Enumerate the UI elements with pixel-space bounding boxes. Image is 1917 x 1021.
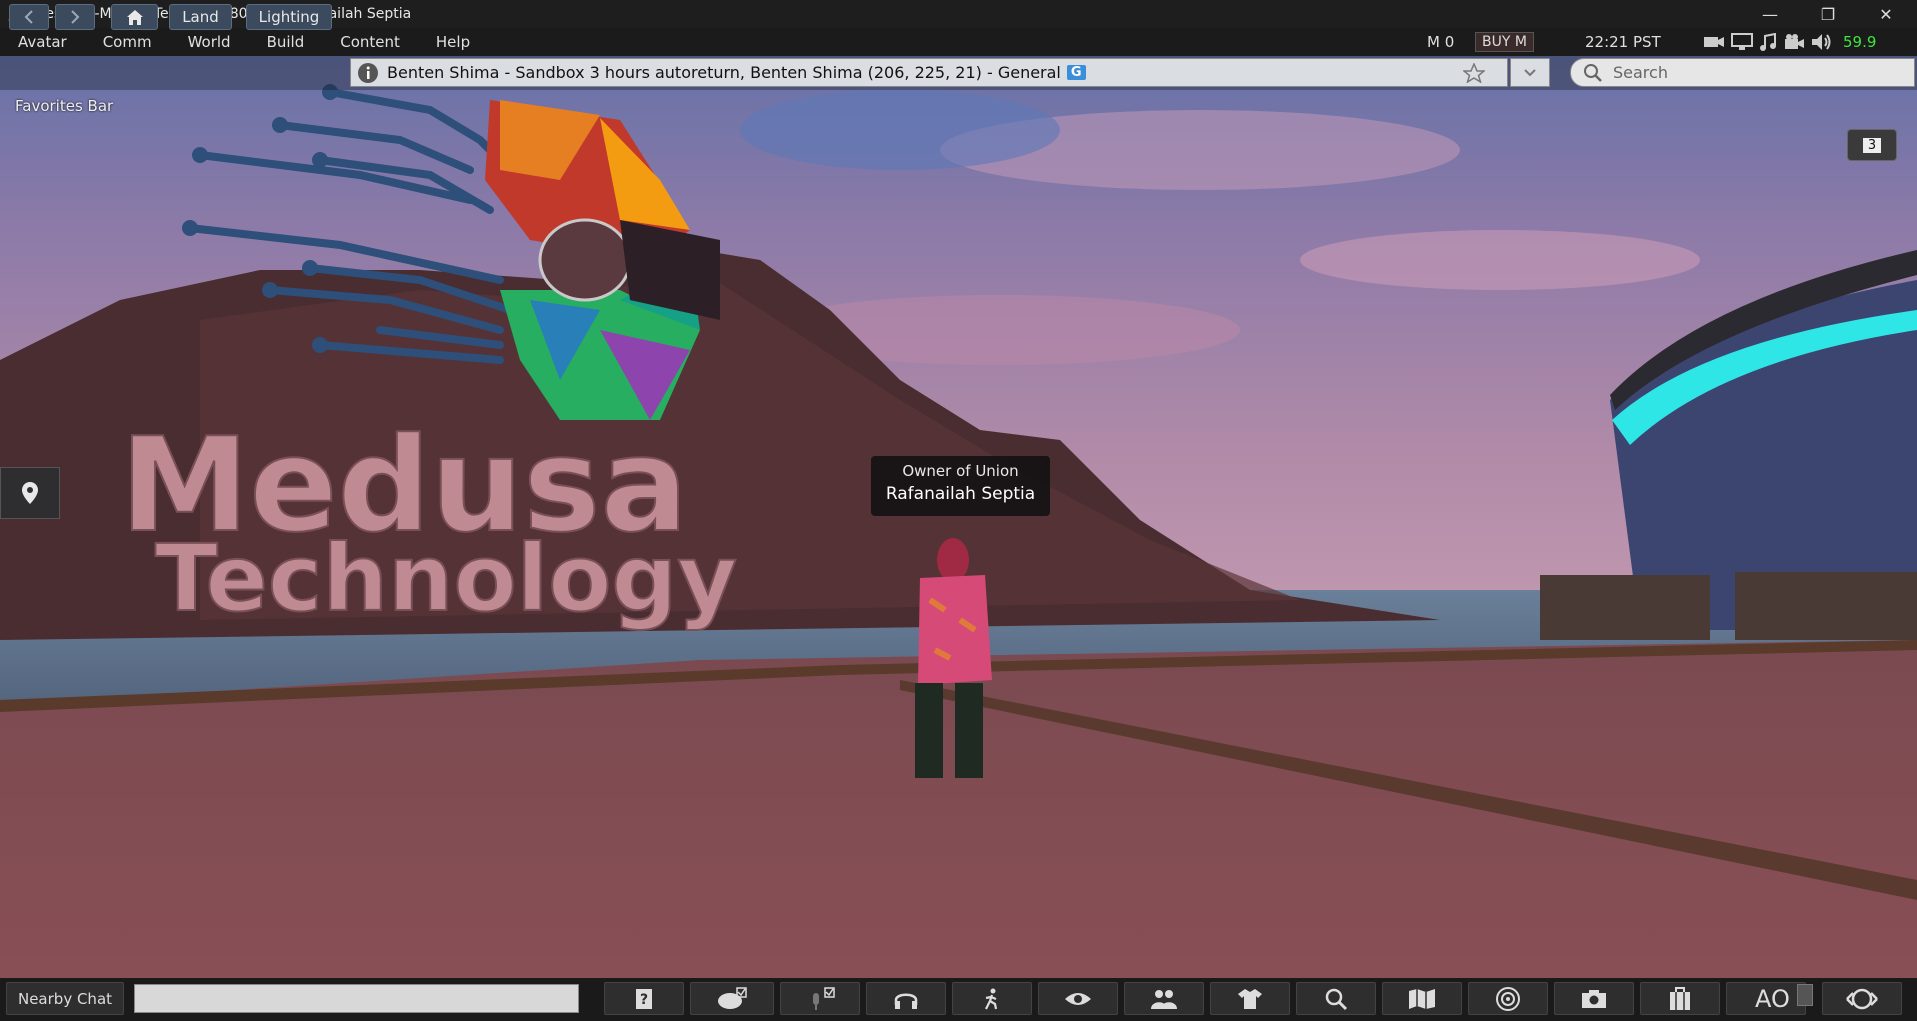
search-icon	[1325, 988, 1348, 1010]
media-icon[interactable]	[1783, 33, 1805, 51]
music-icon[interactable]	[1759, 33, 1777, 51]
volume-icon[interactable]	[1811, 33, 1833, 51]
menu-avatar[interactable]: Avatar	[18, 33, 67, 51]
snapshot-icon	[1582, 989, 1606, 1008]
radar-button[interactable]	[1468, 982, 1548, 1015]
people-button[interactable]	[1124, 982, 1204, 1015]
snapshot-button[interactable]	[1554, 982, 1634, 1015]
location-bar[interactable]: Benten Shima - Sandbox 3 hours autoretur…	[350, 58, 1508, 87]
people-icon	[1151, 989, 1177, 1009]
svg-text:?: ?	[640, 992, 648, 1008]
search-button[interactable]	[1296, 982, 1376, 1015]
location-text: Benten Shima - Sandbox 3 hours autoretur…	[387, 63, 1061, 82]
info-icon[interactable]	[357, 62, 379, 84]
ao-toggle[interactable]	[1797, 984, 1813, 1006]
chevron-left-icon	[24, 10, 33, 24]
move-icon	[985, 988, 998, 1009]
notification-count[interactable]: 3	[1847, 129, 1897, 161]
restore-icon[interactable]: ❐	[1800, 0, 1856, 28]
forward-button[interactable]	[55, 4, 95, 30]
bottom-toolbar: Nearby Chat ? AO	[0, 978, 1917, 1021]
ao-button[interactable]: AO	[1726, 982, 1806, 1015]
star-icon[interactable]	[1463, 63, 1485, 83]
view-button[interactable]	[1038, 982, 1118, 1015]
inventory-button[interactable]	[1640, 982, 1720, 1015]
notification-count-label: 3	[1862, 137, 1882, 153]
avatar-group-title: Owner of Union	[902, 462, 1019, 480]
minimize-icon[interactable]: —	[1742, 0, 1798, 28]
search-icon	[1584, 63, 1602, 82]
menu-comm[interactable]: Comm	[103, 33, 152, 51]
clock: 22:21 PST	[1585, 33, 1661, 51]
monitor-icon[interactable]	[1731, 33, 1753, 51]
home-button[interactable]	[111, 4, 158, 30]
move-button[interactable]	[952, 982, 1032, 1015]
quickprefs-button[interactable]	[1822, 982, 1902, 1015]
buy-currency-button[interactable]: BUY M	[1475, 32, 1534, 52]
help-icon: ?	[636, 988, 652, 1009]
fps-counter: 59.9	[1843, 33, 1877, 51]
nearby-chat-button[interactable]: Nearby Chat	[6, 982, 124, 1015]
back-button[interactable]	[9, 4, 49, 30]
menu-world[interactable]: World	[188, 33, 231, 51]
quickprefs-icon	[1846, 988, 1878, 1009]
chevron-right-icon	[71, 10, 80, 24]
help-button[interactable]: ?	[604, 982, 684, 1015]
chat-input[interactable]	[134, 984, 579, 1013]
headphones-button[interactable]	[866, 982, 946, 1015]
map-pin-icon	[22, 482, 38, 504]
radar-icon	[1496, 986, 1520, 1011]
appearance-button[interactable]	[1210, 982, 1290, 1015]
sign-technology: Technology	[155, 525, 737, 632]
chat-button[interactable]	[690, 982, 774, 1015]
avatar-name-tag: Owner of Union Rafanailah Septia	[871, 456, 1050, 516]
location-dropdown-icon[interactable]	[1510, 58, 1550, 87]
menu-content[interactable]: Content	[340, 33, 400, 51]
search-placeholder: Search	[1613, 63, 1668, 82]
land-button[interactable]: Land	[169, 4, 232, 30]
balance-display[interactable]: M 0	[1427, 28, 1454, 56]
chat-icon	[718, 986, 747, 1009]
close-icon[interactable]: ✕	[1858, 0, 1914, 28]
map-icon	[1409, 988, 1435, 1009]
map-button[interactable]	[1382, 982, 1462, 1015]
appearance-icon	[1238, 988, 1262, 1009]
headphones-icon	[894, 993, 918, 1009]
view-icon	[1065, 992, 1091, 1005]
home-icon	[126, 10, 143, 25]
camera-icon[interactable]	[1703, 34, 1725, 50]
maturity-badge: G	[1066, 65, 1086, 80]
voice-icon	[813, 986, 835, 1010]
avatar-name: Rafanailah Septia	[885, 484, 1036, 504]
media-controls: 59.9	[1703, 28, 1876, 56]
places-button[interactable]	[0, 467, 60, 519]
voice-button[interactable]	[780, 982, 860, 1015]
favorites-bar: Favorites Bar	[15, 97, 114, 115]
lighting-button[interactable]: Lighting	[246, 4, 332, 30]
menu-help[interactable]: Help	[436, 33, 470, 51]
search-input[interactable]: Search	[1570, 58, 1915, 87]
inventory-icon	[1670, 986, 1690, 1010]
menu-build[interactable]: Build	[267, 33, 305, 51]
